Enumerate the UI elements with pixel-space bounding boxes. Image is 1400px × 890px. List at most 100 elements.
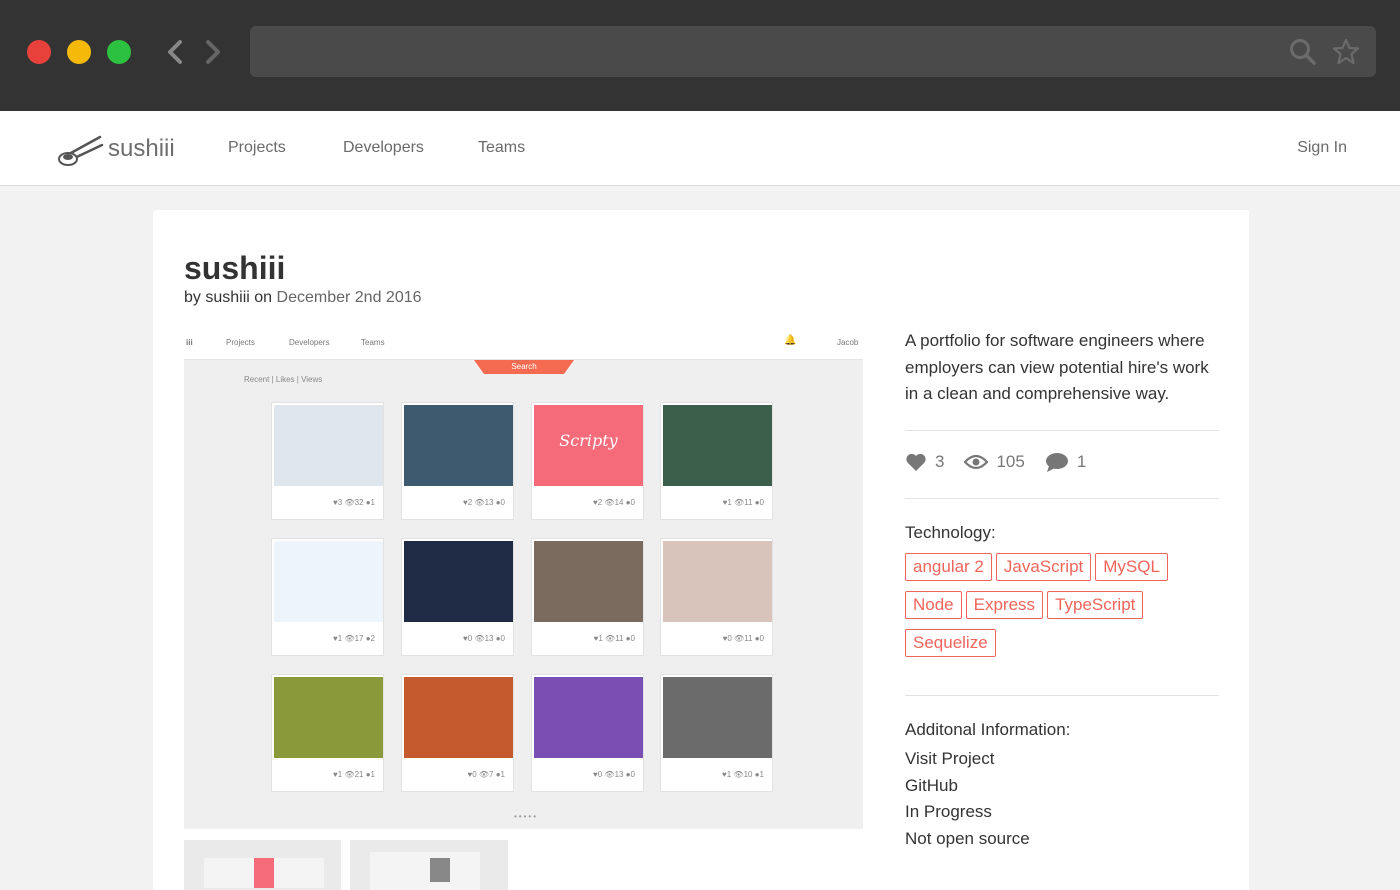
- technology-tags: angular 2 JavaScript MySQL Node Express TypeS…: [905, 553, 1225, 667]
- logo-text: sushiii: [108, 135, 175, 162]
- tech-tag[interactable]: Node: [905, 591, 962, 619]
- tile-stats: ♥0 👁7 ●1: [467, 770, 505, 779]
- tile-stats: ♥0 👁13 ●0: [463, 634, 505, 643]
- visit-project-link[interactable]: Visit Project: [905, 749, 994, 768]
- source-status: Not open source: [905, 828, 1030, 848]
- project-stats: 3 105 1: [905, 452, 1106, 472]
- tile-stats: ♥1 👁11 ●0: [593, 634, 635, 643]
- screenshot-project-tile: ♥0 👁13 ●0: [401, 538, 514, 656]
- screenshot-nav-teams: Teams: [361, 338, 385, 347]
- screenshot-project-tile: ♥1 👁11 ●0: [531, 538, 644, 656]
- screenshot-nav-developers: Developers: [289, 338, 330, 347]
- tile-stats: ♥2 👁14 ●0: [593, 498, 635, 507]
- screenshot-project-tile: ♥2 👁13 ●0: [401, 402, 514, 520]
- tech-tag[interactable]: Express: [965, 591, 1044, 619]
- github-link[interactable]: GitHub: [905, 776, 958, 795]
- tile-thumbnail: Scripty: [534, 405, 643, 486]
- tile-thumbnail: [534, 541, 643, 622]
- additional-info-label: Additonal Information:: [905, 720, 1071, 739]
- screenshot-nav: iii Projects Developers Teams 🔔 Jacob: [184, 327, 863, 360]
- project-date: December 2nd 2016: [276, 289, 422, 306]
- screenshot-logo: iii: [186, 338, 193, 347]
- project-title: sushiii: [184, 250, 286, 286]
- on-word: on: [254, 289, 273, 306]
- project-description: A portfolio for software engineers where…: [905, 331, 1209, 403]
- tile-stats: ♥0 👁13 ●0: [593, 770, 635, 779]
- site-header: sushiii Projects Developers Teams Sign I…: [0, 111, 1400, 186]
- tile-thumbnail: [534, 677, 643, 758]
- screenshot-search-tab: Search: [474, 360, 574, 374]
- tile-stats: ♥3 👁32 ●1: [333, 498, 375, 507]
- tile-stats: ♥1 👁21 ●1: [333, 770, 375, 779]
- screenshot-body: Search Recent | Likes | Views ♥3 👁32 ●1 ♥…: [184, 360, 863, 829]
- screenshot-project-tile: ♥0 👁13 ●0: [531, 674, 644, 792]
- likes-count: 3: [935, 452, 945, 471]
- by-prefix: by: [184, 289, 201, 306]
- address-bar[interactable]: [250, 26, 1376, 77]
- tile-thumbnail: [404, 405, 513, 486]
- tile-thumbnail: [274, 541, 383, 622]
- screenshot-tabs: Recent | Likes | Views: [244, 375, 323, 384]
- tile-thumbnail: [663, 677, 772, 758]
- nav-teams-link[interactable]: Teams: [478, 139, 525, 157]
- tech-tag[interactable]: MySQL: [1095, 553, 1168, 581]
- heart-icon: [906, 453, 926, 471]
- comments-stat[interactable]: 1: [1045, 452, 1086, 472]
- screenshot-project-tile: ♥1 👁10 ●1: [660, 674, 773, 792]
- comments-count: 1: [1076, 452, 1087, 471]
- tile-stats: ♥0 👁11 ●0: [722, 634, 764, 643]
- comment-icon: [1045, 453, 1068, 472]
- search-icon[interactable]: [1288, 37, 1318, 67]
- screenshot-project-tile: ♥1 👁17 ●2: [271, 538, 384, 656]
- project-byline: by sushiii on December 2nd 2016: [184, 289, 422, 307]
- screenshot-project-tile: Scripty ♥2 👁14 ●0: [531, 402, 644, 520]
- tech-tag[interactable]: angular 2: [905, 553, 992, 581]
- tile-stats: ♥2 👁13 ●0: [463, 498, 505, 507]
- technology-label: Technology:: [905, 523, 996, 542]
- maximize-window-button[interactable]: [107, 40, 131, 64]
- tech-tag[interactable]: Sequelize: [905, 629, 996, 657]
- tile-stats: ♥1 👁17 ●2: [333, 634, 375, 643]
- screenshot-nav-user: Jacob: [837, 338, 859, 347]
- screenshot-nav-projects: Projects: [226, 338, 255, 347]
- screenshot-thumbnail-1[interactable]: [184, 840, 341, 890]
- minimize-window-button[interactable]: [67, 40, 91, 64]
- nav-developers-link[interactable]: Developers: [343, 139, 424, 157]
- star-icon[interactable]: [1331, 37, 1361, 67]
- author-link[interactable]: sushiii: [205, 289, 249, 306]
- tile-stats: ♥1 👁10 ●1: [722, 770, 764, 779]
- bell-icon: 🔔: [784, 335, 797, 346]
- project-status: In Progress: [905, 802, 992, 821]
- views-stat: 105: [964, 452, 1025, 472]
- tile-thumbnail-label: Scripty: [559, 431, 618, 450]
- likes-stat[interactable]: 3: [905, 452, 944, 472]
- eye-icon: [964, 454, 989, 470]
- tech-tag[interactable]: TypeScript: [1047, 591, 1144, 619]
- screenshot-project-tile: ♥0 👁11 ●0: [660, 538, 773, 656]
- tile-thumbnail: [274, 405, 383, 486]
- tech-tag[interactable]: JavaScript: [995, 553, 1092, 581]
- screenshot-pager-dots: •••••: [514, 812, 539, 821]
- additional-info-list: Visit Project GitHub In Progress Not ope…: [905, 746, 1030, 852]
- divider: [905, 695, 1219, 696]
- site-logo[interactable]: sushiii: [56, 129, 175, 169]
- divider: [905, 430, 1219, 431]
- tile-thumbnail: [404, 677, 513, 758]
- tile-stats: ♥1 👁11 ●0: [722, 498, 764, 507]
- tile-thumbnail: [663, 405, 772, 486]
- browser-chrome: [0, 0, 1400, 111]
- project-screenshot[interactable]: iii Projects Developers Teams 🔔 Jacob Se…: [184, 327, 863, 829]
- chopsticks-sushi-icon: [58, 135, 104, 166]
- nav-projects-link[interactable]: Projects: [228, 139, 286, 157]
- forward-arrow-icon[interactable]: [200, 34, 228, 70]
- screenshot-project-tile: ♥1 👁11 ●0: [660, 402, 773, 520]
- screenshot-thumbnail-2[interactable]: [350, 840, 508, 890]
- back-arrow-icon[interactable]: [160, 34, 188, 70]
- sign-in-link[interactable]: Sign In: [1297, 139, 1347, 157]
- project-card: sushiii by sushiii on December 2nd 2016 …: [153, 210, 1249, 890]
- views-count: 105: [996, 452, 1025, 471]
- tile-thumbnail: [404, 541, 513, 622]
- close-window-button[interactable]: [27, 40, 51, 64]
- screenshot-project-tile: ♥3 👁32 ●1: [271, 402, 384, 520]
- divider: [905, 498, 1219, 499]
